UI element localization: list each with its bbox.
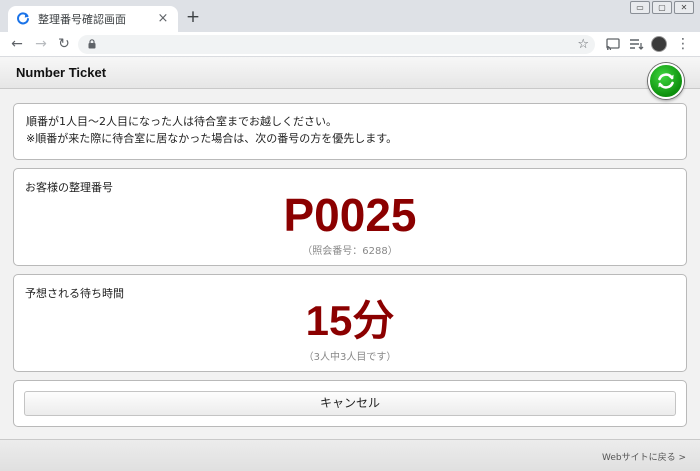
bookmark-star-icon[interactable]: ☆ (577, 35, 589, 54)
refresh-icon (658, 73, 674, 89)
refresh-button[interactable] (648, 63, 684, 99)
browser-tab[interactable]: 整理番号確認画面 × (8, 6, 178, 32)
reference-number: （照会番号：6288） (302, 246, 398, 257)
back-to-website-link[interactable]: Webサイトに戻る > (602, 450, 686, 463)
notice-card: 順番が1人目～2人目になった人は待合室までお越しください。 ※順番が来た際に待合… (13, 103, 687, 160)
queue-position: （3人中3人目です） (303, 352, 397, 363)
minimize-button[interactable]: ▭ (630, 1, 650, 14)
reading-list-icon[interactable] (627, 35, 645, 53)
reload-favicon-icon (17, 12, 29, 25)
wait-time: 15分 (305, 297, 395, 344)
tab-close-icon[interactable]: × (156, 12, 170, 26)
forward-button[interactable]: → (32, 35, 50, 53)
browser-tabstrip: 整理番号確認画面 × + ▭ ▢ ✕ (0, 0, 700, 32)
address-bar[interactable]: ☆ (78, 35, 595, 54)
cancel-button[interactable]: キャンセル (24, 391, 676, 416)
close-window-button[interactable]: ✕ (674, 1, 694, 14)
app-header: Number Ticket (0, 57, 700, 89)
notice-line-1: 順番が1人目～2人目になった人は待合室までお越しください。 (26, 115, 337, 128)
profile-avatar[interactable] (651, 36, 667, 52)
ticket-card: お客様の整理番号 P0025 （照会番号：6288） (13, 168, 687, 266)
cast-icon[interactable] (604, 35, 622, 53)
tab-title: 整理番号確認画面 (38, 13, 126, 26)
ticket-number: P0025 (283, 189, 417, 241)
new-tab-button[interactable]: + (184, 8, 202, 26)
back-button[interactable]: ← (8, 35, 26, 53)
more-menu-icon[interactable]: ⋮ (676, 35, 690, 53)
reload-button[interactable]: ↻ (55, 35, 73, 53)
page-body: Number Ticket 順番が1人目～2人目になった人は待合室までお越しくだ… (0, 57, 700, 471)
lock-icon (88, 39, 96, 49)
notice-line-2: ※順番が来た際に待合室に居なかった場合は、次の番号の方を優先します。 (26, 132, 398, 145)
page-footer: Webサイトに戻る > (0, 439, 700, 471)
window-controls: ▭ ▢ ✕ (630, 1, 694, 14)
page-title: Number Ticket (16, 65, 107, 80)
maximize-button[interactable]: ▢ (652, 1, 672, 14)
actions-card: キャンセル (13, 380, 687, 427)
wait-card: 予想される待ち時間 15分 （3人中3人目です） (13, 274, 687, 372)
browser-toolbar: ← → ↻ ☆ ⋮ (0, 32, 700, 57)
